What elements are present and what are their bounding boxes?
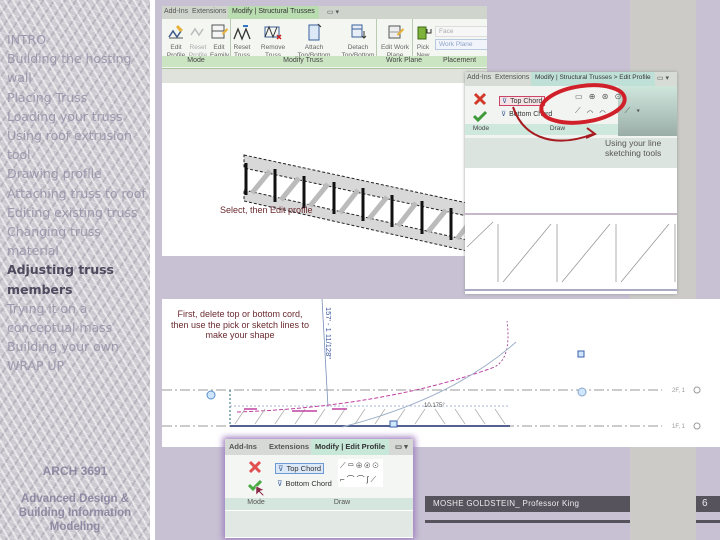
sidebar: INTRO Building the hosting wall Placing … <box>0 0 150 540</box>
angle-label: 10.175° <box>424 403 445 409</box>
page-number: 6 <box>696 496 720 512</box>
edit-family-button[interactable]: Edit Family <box>210 23 229 60</box>
footer-author: MOSHE GOLDSTEIN_ Professor King <box>425 496 630 512</box>
truss-model <box>243 154 469 252</box>
edit-profile-button[interactable]: Edit Profile <box>166 23 186 60</box>
pin-handle[interactable] <box>206 390 216 400</box>
group-label-placement: Placement <box>442 57 477 64</box>
top-chord-button[interactable]: ⊽ Top Chord <box>275 463 325 474</box>
ribbon-screenshot: Add-Ins Extensions Modify | Structural T… <box>162 6 487 256</box>
tab-quick-access[interactable]: ▭ ▾ <box>395 442 408 451</box>
group-label-modify-truss: Modify Truss <box>283 57 323 64</box>
detach-top-bottom-button[interactable]: Detach Top/Bottom <box>338 23 378 60</box>
placement-face-option[interactable]: Face <box>435 26 487 37</box>
top-chord-arc-end <box>491 320 509 369</box>
edit-profile-icon <box>168 25 183 39</box>
mouse-cursor-icon <box>255 485 265 497</box>
nav-item-attaching-truss[interactable]: Attaching truss to roof <box>7 184 147 203</box>
level-label-upper: 2F, 1 <box>672 388 686 394</box>
grip-handle[interactable] <box>389 420 398 428</box>
bottom-chord-button[interactable]: ⊽ Bottom Chord <box>277 479 332 488</box>
highlight-annotation <box>512 83 627 142</box>
profile-sketch-canvas: 10.175° 2F, 1 1F, 1 <box>162 299 701 430</box>
nav-item-editing-truss[interactable]: Editing existing truss <box>7 203 147 222</box>
pick-new-icon <box>417 26 432 40</box>
reset-profile-button[interactable]: Reset Profile <box>188 23 208 60</box>
edit-work-plane-icon <box>388 25 404 39</box>
tab-extensions[interactable]: Extensions <box>269 442 309 451</box>
course-name: Advanced Design & Building Information M… <box>18 493 132 533</box>
edit-profile-ribbon-screenshot: Add-Ins Extensions Modify | Edit Profile… <box>225 439 413 538</box>
ribbon-options-bar <box>162 69 487 83</box>
tab-modify-structural-trusses[interactable]: Modify | Structural Trusses <box>228 6 319 19</box>
tab-modify-edit-profile[interactable]: Modify | Edit Profile <box>311 439 390 455</box>
level-head-lower[interactable] <box>693 422 701 430</box>
nav-item-adjusting-members[interactable]: Adjusting truss members <box>7 260 147 298</box>
group-label-work-plane: Work Plane <box>385 57 423 64</box>
nav-item-intro[interactable]: INTRO <box>7 30 147 49</box>
nav-item-roof-extrusion[interactable]: Using roof extrusion tool <box>7 126 147 164</box>
nav-item-placing-truss[interactable]: Placing Truss <box>7 88 147 107</box>
group-label-mode: Mode <box>247 499 265 506</box>
draw-tools-row-2: ⌐⌒⌒ʃ⟋ <box>340 475 379 484</box>
ribbon-group-labels: Mode Modify Truss Work Plane Placement <box>162 56 487 67</box>
top-chord-segments <box>244 408 347 412</box>
profile-sketch-screenshot: First, delete top or bottom cord, then u… <box>162 299 720 447</box>
lock-handle[interactable] <box>577 350 585 358</box>
cancel-edit-icon[interactable] <box>248 460 262 474</box>
page-number-divider <box>696 520 720 523</box>
nav-item-changing-material[interactable]: Changing truss material <box>7 222 147 260</box>
bottom-options-bar <box>225 511 413 537</box>
group-label-mode: Mode <box>187 57 205 64</box>
group-label-draw: Draw <box>333 499 351 506</box>
reset-truss-button[interactable]: Reset Truss <box>232 23 252 60</box>
bottom-group-labels: Mode Draw <box>225 498 413 510</box>
edit-family-icon <box>211 24 228 39</box>
reset-profile-icon <box>190 27 204 37</box>
truss-3d-view <box>243 154 469 252</box>
level-head-upper[interactable] <box>693 386 701 394</box>
tab-quick-access[interactable]: ▭ ▾ <box>327 8 339 16</box>
remove-truss-family-icon <box>264 25 282 40</box>
arrow-head <box>585 127 597 139</box>
nav-item-conceptual-mass[interactable]: Trying it on a conceptual mass <box>7 299 147 337</box>
nav-item-drawing-profile[interactable]: Drawing profile <box>7 164 147 183</box>
chord-icon: ⊽ <box>277 479 283 488</box>
reset-truss-icon <box>233 25 251 41</box>
placement-work-plane-option[interactable]: Work Plane <box>435 39 487 50</box>
attach-icon <box>308 23 322 41</box>
attach-top-bottom-button[interactable]: Attach Top/Bottom <box>294 23 334 60</box>
nav-item-hosting-wall[interactable]: Building the hosting wall <box>7 49 147 87</box>
truss-webs <box>234 408 506 425</box>
detach-icon <box>351 24 367 39</box>
nav-menu: INTRO Building the hosting wall Placing … <box>7 30 147 376</box>
pin-handle[interactable] <box>577 387 587 397</box>
tab-add-ins[interactable]: Add-Ins <box>229 442 257 451</box>
dimension-line <box>321 299 329 408</box>
tab-add-ins[interactable]: Add-Ins <box>164 8 188 15</box>
truss-sketch-view <box>465 213 677 291</box>
draw-tools-palette[interactable]: ⟋▭⊕⊛⊙ ⌐⌒⌒ʃ⟋ <box>338 459 383 487</box>
ribbon-tabs: Add-Ins Extensions Modify | Structural T… <box>162 6 487 19</box>
footer-divider <box>425 520 630 523</box>
edit-work-plane-button[interactable]: Edit Work Plane <box>380 23 410 60</box>
level-label-lower: 1F, 1 <box>672 424 686 430</box>
sidebar-divider <box>150 0 155 540</box>
highlight-ellipse <box>539 83 627 125</box>
nav-item-building-own[interactable]: Building your own <box>7 337 147 356</box>
chord-icon: ⊽ <box>278 464 284 473</box>
nav-item-wrap-up[interactable]: WRAP UP <box>7 356 147 375</box>
edit-profile-callout: Add-Ins Extensions Modify | Structural T… <box>465 72 677 294</box>
nav-item-loading-truss[interactable]: Loading your truss <box>7 107 147 126</box>
tab-extensions[interactable]: Extensions <box>192 8 226 15</box>
course-code: ARCH 3691 <box>42 464 108 478</box>
sketch-arc <box>341 341 517 428</box>
draw-tools-row-1: ⟋▭⊕⊛⊙ <box>340 461 381 470</box>
bottom-ribbon-tabs: Add-Ins Extensions Modify | Edit Profile… <box>225 439 413 455</box>
pick-new-button[interactable]: Pick New <box>415 23 432 60</box>
select-edit-profile-caption: Select, then Edit profile <box>220 205 313 215</box>
